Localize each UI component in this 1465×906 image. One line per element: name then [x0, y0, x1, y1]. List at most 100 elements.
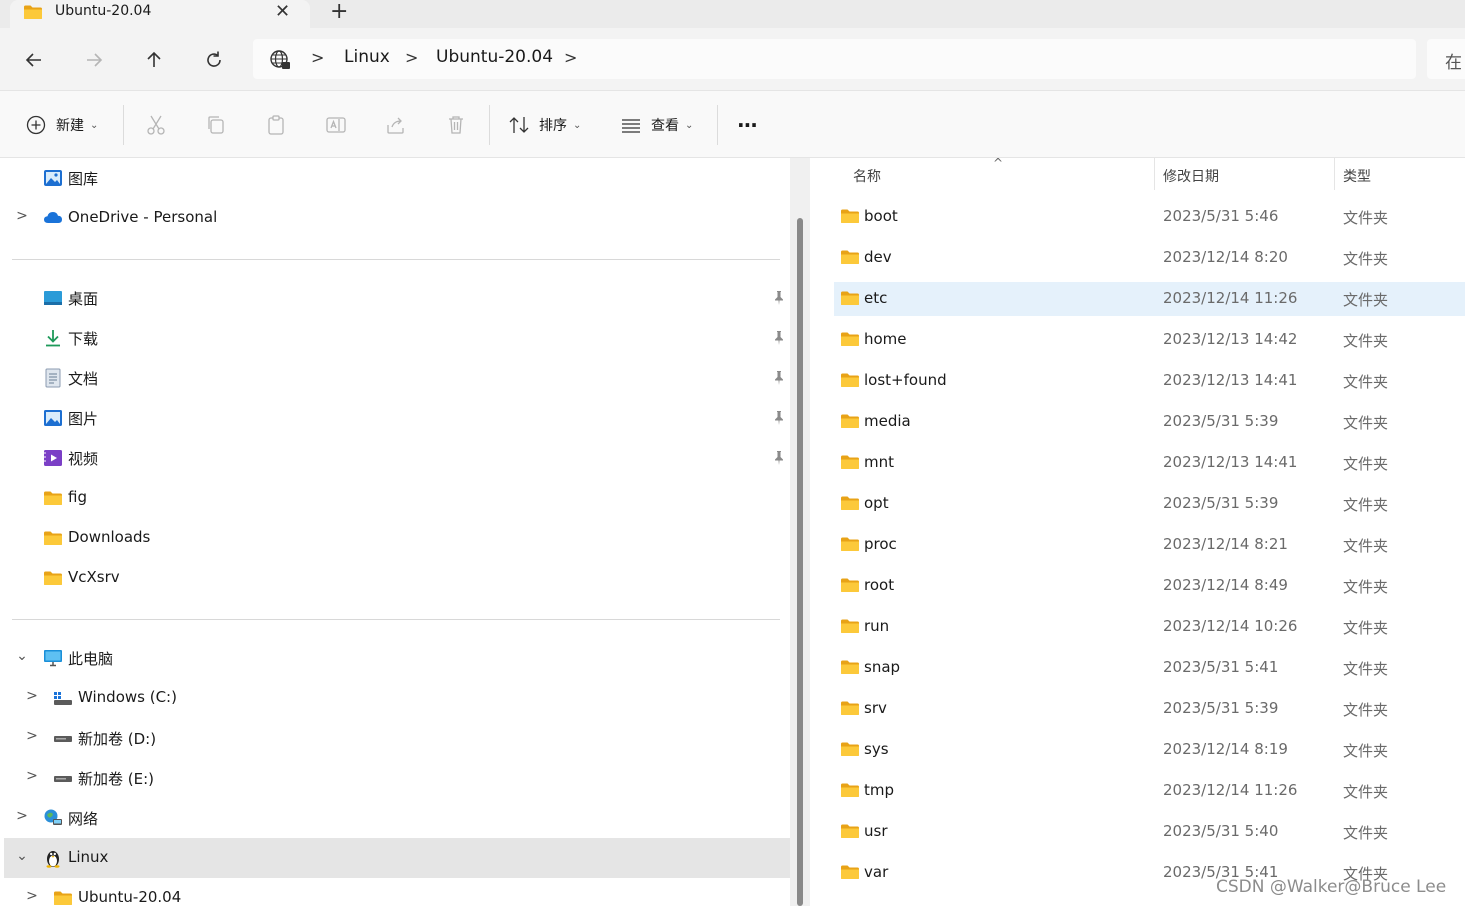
- nav-item-drive-d[interactable]: > 新加卷 (D:): [0, 718, 790, 758]
- pin-icon[interactable]: [772, 450, 786, 466]
- chevron-right-icon[interactable]: >: [15, 808, 29, 824]
- forward-arrow-icon[interactable]: [82, 48, 106, 72]
- table-row[interactable]: boot 2023/5/31 5:46 文件夹: [834, 200, 1465, 234]
- pin-icon[interactable]: [772, 330, 786, 346]
- table-row[interactable]: mnt 2023/12/13 14:41 文件夹: [834, 446, 1465, 480]
- file-name: proc: [864, 535, 897, 553]
- column-separator[interactable]: [1154, 158, 1155, 190]
- table-row[interactable]: snap 2023/5/31 5:41 文件夹: [834, 651, 1465, 685]
- chevron-right-icon[interactable]: >: [25, 728, 39, 744]
- refresh-icon[interactable]: [202, 48, 226, 72]
- column-header-date[interactable]: 修改日期: [1163, 166, 1219, 186]
- chevron-right-icon[interactable]: >: [311, 48, 324, 67]
- new-label: 新建: [56, 118, 84, 134]
- pin-icon[interactable]: [772, 290, 786, 306]
- table-row[interactable]: usr 2023/5/31 5:40 文件夹: [834, 815, 1465, 849]
- modified-date: 2023/12/13 14:41: [1163, 453, 1298, 471]
- nav-item-downloads[interactable]: 下载: [0, 318, 790, 358]
- sort-icon: [509, 117, 529, 133]
- pin-icon[interactable]: [772, 370, 786, 386]
- nav-item-desktop[interactable]: 桌面: [0, 278, 790, 318]
- nav-item-drive-e[interactable]: > 新加卷 (E:): [0, 758, 790, 798]
- nav-item-videos[interactable]: 视频: [0, 438, 790, 478]
- videos-icon: [44, 450, 62, 466]
- breadcrumb-linux[interactable]: Linux: [344, 47, 390, 67]
- table-row[interactable]: home 2023/12/13 14:42 文件夹: [834, 323, 1465, 357]
- tab-strip: Ubuntu-20.04 ✕ +: [0, 0, 1465, 28]
- nav-item-documents[interactable]: 文档: [0, 358, 790, 398]
- globe-icon: [270, 50, 290, 69]
- chevron-down-icon[interactable]: ⌄: [15, 848, 29, 864]
- nav-item-gallery[interactable]: 图库: [0, 158, 790, 198]
- copy-icon[interactable]: [204, 113, 228, 137]
- tab-ubuntu[interactable]: Ubuntu-20.04 ✕: [10, 0, 310, 28]
- nav-item-network[interactable]: > 网络: [0, 798, 790, 838]
- paste-icon[interactable]: [264, 113, 288, 137]
- file-name: boot: [864, 207, 898, 225]
- nav-item-vcxsrv[interactable]: VcXsrv: [0, 558, 790, 598]
- folder-icon: [840, 372, 860, 388]
- scrollbar-thumb[interactable]: [797, 218, 803, 906]
- chevron-right-icon[interactable]: >: [25, 888, 39, 904]
- nav-item-drive-c[interactable]: > Windows (C:): [0, 678, 790, 718]
- nav-item-pictures[interactable]: 图片: [0, 398, 790, 438]
- navigation-pane: 图库 > OneDrive - Personal 桌面 下载 文档 图片 视频 …: [0, 158, 790, 906]
- search-placeholder: 在: [1445, 53, 1462, 73]
- table-row[interactable]: media 2023/5/31 5:39 文件夹: [834, 405, 1465, 439]
- back-arrow-icon[interactable]: [22, 48, 46, 72]
- table-row[interactable]: etc 2023/12/14 11:26 文件夹: [834, 282, 1465, 316]
- column-header-name[interactable]: 名称: [853, 166, 881, 186]
- file-name: dev: [864, 248, 892, 266]
- nav-item-downloads-folder[interactable]: Downloads: [0, 518, 790, 558]
- address-bar[interactable]: > Linux > Ubuntu-20.04 >: [253, 39, 1416, 79]
- new-tab-button[interactable]: +: [330, 0, 348, 25]
- sort-button[interactable]: 排序 ⌄: [508, 113, 581, 137]
- file-name: srv: [864, 699, 887, 717]
- file-type: 文件夹: [1343, 619, 1389, 637]
- chevron-right-icon[interactable]: >: [405, 48, 418, 67]
- search-input[interactable]: 在: [1427, 39, 1465, 79]
- breadcrumb-ubuntu[interactable]: Ubuntu-20.04: [436, 47, 553, 67]
- chevron-right-icon[interactable]: >: [25, 688, 39, 704]
- table-row[interactable]: dev 2023/12/14 8:20 文件夹: [834, 241, 1465, 275]
- folder-icon: [53, 890, 73, 906]
- nav-item-onedrive[interactable]: > OneDrive - Personal: [0, 198, 790, 238]
- column-header-type[interactable]: 类型: [1343, 166, 1371, 186]
- chevron-down-icon[interactable]: ⌄: [15, 648, 29, 664]
- modified-date: 2023/12/13 14:42: [1163, 330, 1298, 348]
- table-row[interactable]: run 2023/12/14 10:26 文件夹: [834, 610, 1465, 644]
- chevron-right-icon[interactable]: >: [25, 768, 39, 784]
- nav-item-fig[interactable]: fig: [0, 478, 790, 518]
- linux-penguin-icon: [46, 851, 60, 868]
- pin-icon[interactable]: [772, 410, 786, 426]
- table-row[interactable]: srv 2023/5/31 5:39 文件夹: [834, 692, 1465, 726]
- file-name: root: [864, 576, 895, 594]
- chevron-right-icon[interactable]: >: [15, 208, 29, 224]
- view-button[interactable]: 查看 ⌄: [620, 113, 693, 137]
- table-row[interactable]: sys 2023/12/14 8:19 文件夹: [834, 733, 1465, 767]
- table-row[interactable]: tmp 2023/12/14 11:26 文件夹: [834, 774, 1465, 808]
- table-row[interactable]: lost+found 2023/12/13 14:41 文件夹: [834, 364, 1465, 398]
- new-button[interactable]: 新建 ⌄: [26, 113, 98, 137]
- modified-date: 2023/5/31 5:39: [1163, 699, 1279, 717]
- share-icon[interactable]: [384, 113, 408, 137]
- table-row[interactable]: proc 2023/12/14 8:21 文件夹: [834, 528, 1465, 562]
- folder-icon: [23, 4, 43, 20]
- table-row[interactable]: opt 2023/5/31 5:39 文件夹: [834, 487, 1465, 521]
- file-type: 文件夹: [1343, 332, 1389, 350]
- cut-icon[interactable]: [144, 113, 168, 137]
- table-row[interactable]: root 2023/12/14 8:49 文件夹: [834, 569, 1465, 603]
- nav-scrollbar[interactable]: [790, 158, 810, 906]
- more-options-icon[interactable]: ···: [737, 113, 758, 137]
- delete-icon[interactable]: [444, 113, 468, 137]
- folder-icon: [43, 490, 63, 506]
- close-tab-icon[interactable]: ✕: [275, 0, 290, 24]
- nav-item-ubuntu[interactable]: > Ubuntu-20.04: [0, 878, 790, 906]
- column-separator[interactable]: [1334, 158, 1335, 190]
- nav-item-this-pc[interactable]: ⌄ 此电脑: [0, 638, 790, 678]
- up-arrow-icon[interactable]: [142, 48, 166, 72]
- nav-item-linux[interactable]: ⌄ Linux: [4, 838, 790, 878]
- chevron-right-icon[interactable]: >: [564, 48, 577, 67]
- rename-icon[interactable]: [324, 113, 348, 137]
- folder-icon: [840, 700, 860, 716]
